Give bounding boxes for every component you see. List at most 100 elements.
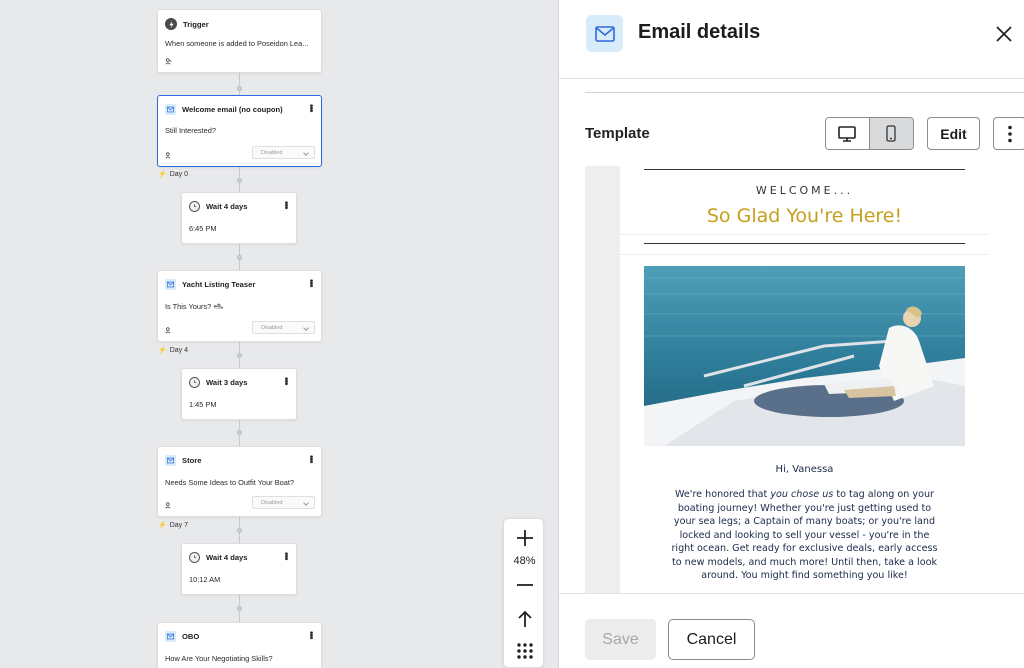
email-node-obo[interactable]: OBO ••• How Are Your Negotiating Skills? [157,622,322,668]
bolt-icon: ⚡ [158,171,167,178]
clock-icon [189,552,200,563]
grid-menu-button[interactable] [504,641,545,661]
grid-icon [516,643,533,659]
email-node-header: Welcome email (no coupon) [165,104,283,115]
email-greeting: Hi, Vanessa [775,464,834,475]
day-label: ⚡ Day 4 [158,346,189,355]
segment-icon [165,152,171,159]
cancel-button[interactable]: Cancel [668,619,755,660]
mail-icon [165,631,176,642]
wait-node-header: Wait 3 days [189,377,248,388]
email-body: WELCOME... So Glad You're Here! Hi, Vane… [620,166,989,594]
bolt-icon [165,18,177,30]
email-node-header: Yacht Listing Teaser [165,279,255,290]
save-button[interactable]: Save [585,619,656,660]
wait-node-title: Wait 4 days [206,202,248,211]
day-label: ⚡ Day 0 [158,170,189,179]
kebab-menu-icon[interactable]: ••• [280,201,291,209]
scroll-to-top-button[interactable] [504,608,545,630]
email-body-text: We're honored that you chose us to tag a… [670,488,939,583]
email-node-welcome[interactable]: Welcome email (no coupon) ••• Still Inte… [157,95,322,167]
minus-icon [516,584,533,586]
bolt-icon: ⚡ [158,347,167,354]
more-options-button[interactable] [993,117,1024,150]
kebab-menu-icon[interactable]: ••• [305,279,316,287]
wait-node[interactable]: Wait 3 days ••• 1:45 PM [181,368,297,420]
mail-icon [165,104,176,115]
panel-title: Email details [638,21,761,43]
preview-device-toggle [825,117,914,150]
email-node-title: Yacht Listing Teaser [182,280,256,289]
segment-icon [165,58,172,65]
email-node-subject: Is This Yours? 🛥 [165,302,223,311]
day-label-text: Day 7 [169,521,189,529]
divider [644,243,965,244]
connector-dot [237,178,242,183]
desktop-view-button[interactable] [826,118,870,149]
connector-dot [237,430,242,435]
connector-dot [237,255,242,260]
connector-dot [237,528,242,533]
trigger-subtitle: When someone is added to Poseidon Lea... [165,39,309,48]
status-select[interactable]: Disabled [252,146,315,159]
email-node-subject: Still Interested? [165,126,216,135]
clock-icon [189,201,200,212]
email-preview[interactable]: WELCOME... So Glad You're Here! Hi, Vane… [585,166,989,594]
clock-icon [189,377,200,388]
day-label-text: Day 0 [169,170,189,178]
day-label: ⚡ Day 7 [158,521,189,530]
panel-header: Email details [559,0,1024,79]
wait-node[interactable]: Wait 4 days ••• 10:12 AM [181,543,297,595]
kebab-menu-icon[interactable]: ••• [305,631,316,639]
connector-dot [237,86,242,91]
kebab-icon [1007,125,1012,142]
wait-node-time: 6:45 PM [189,224,217,233]
mail-icon [165,279,176,290]
mail-icon [586,15,623,52]
email-body-text-part: We're honored that [674,489,771,500]
email-node-yacht-listing[interactable]: Yacht Listing Teaser ••• Is This Yours? … [157,270,322,342]
trigger-node[interactable]: Trigger When someone is added to Poseido… [157,9,322,73]
email-node-title: Welcome email (no coupon) [182,105,283,114]
segment-icon [165,327,171,334]
email-node-header: Store [165,455,201,466]
email-body-text-part: to tag along on your boating journey! Wh… [671,489,938,581]
email-node-title: OBO [182,632,200,641]
email-node-subject: How Are Your Negotiating Skills? [165,654,273,663]
wait-node-header: Wait 4 days [189,201,248,212]
bolt-icon: ⚡ [158,522,167,529]
edit-button[interactable]: Edit [927,117,980,150]
wait-node-title: Wait 4 days [206,553,248,562]
email-body-emphasis: you chose us [770,489,834,500]
kebab-menu-icon[interactable]: ••• [280,377,291,385]
mobile-view-button[interactable] [869,118,913,149]
divider [644,169,965,170]
day-label-text: Day 4 [169,346,189,354]
wait-node-header: Wait 4 days [189,552,248,563]
zoom-controls: 48% [503,518,544,668]
close-icon [996,26,1012,42]
connector [239,73,240,95]
segment-icon [165,502,171,509]
plus-icon [516,530,533,546]
email-headline: So Glad You're Here! [706,205,903,227]
connector-dot [237,353,242,358]
wait-node-title: Wait 3 days [206,378,248,387]
wait-node[interactable]: Wait 4 days ••• 6:45 PM [181,192,297,244]
divider [585,92,1024,93]
email-details-panel: Email details Template Edit WELCOME... S… [558,0,1024,668]
wait-node-time: 10:12 AM [189,575,221,584]
email-node-store[interactable]: Store ••• Needs Some Ideas to Outfit You… [157,446,322,517]
mail-icon [165,455,176,466]
kebab-menu-icon[interactable]: ••• [305,104,316,112]
zoom-out-button[interactable] [504,577,545,593]
status-select[interactable]: Disabled [252,321,315,334]
flow-canvas[interactable]: Trigger When someone is added to Poseido… [0,0,558,668]
kebab-menu-icon[interactable]: ••• [305,455,316,463]
status-select[interactable]: Disabled [252,496,315,509]
zoom-level: 48% [513,555,536,567]
close-button[interactable] [993,23,1015,45]
zoom-in-button[interactable] [504,528,545,548]
arrow-up-icon [517,610,532,627]
kebab-menu-icon[interactable]: ••• [280,552,291,560]
